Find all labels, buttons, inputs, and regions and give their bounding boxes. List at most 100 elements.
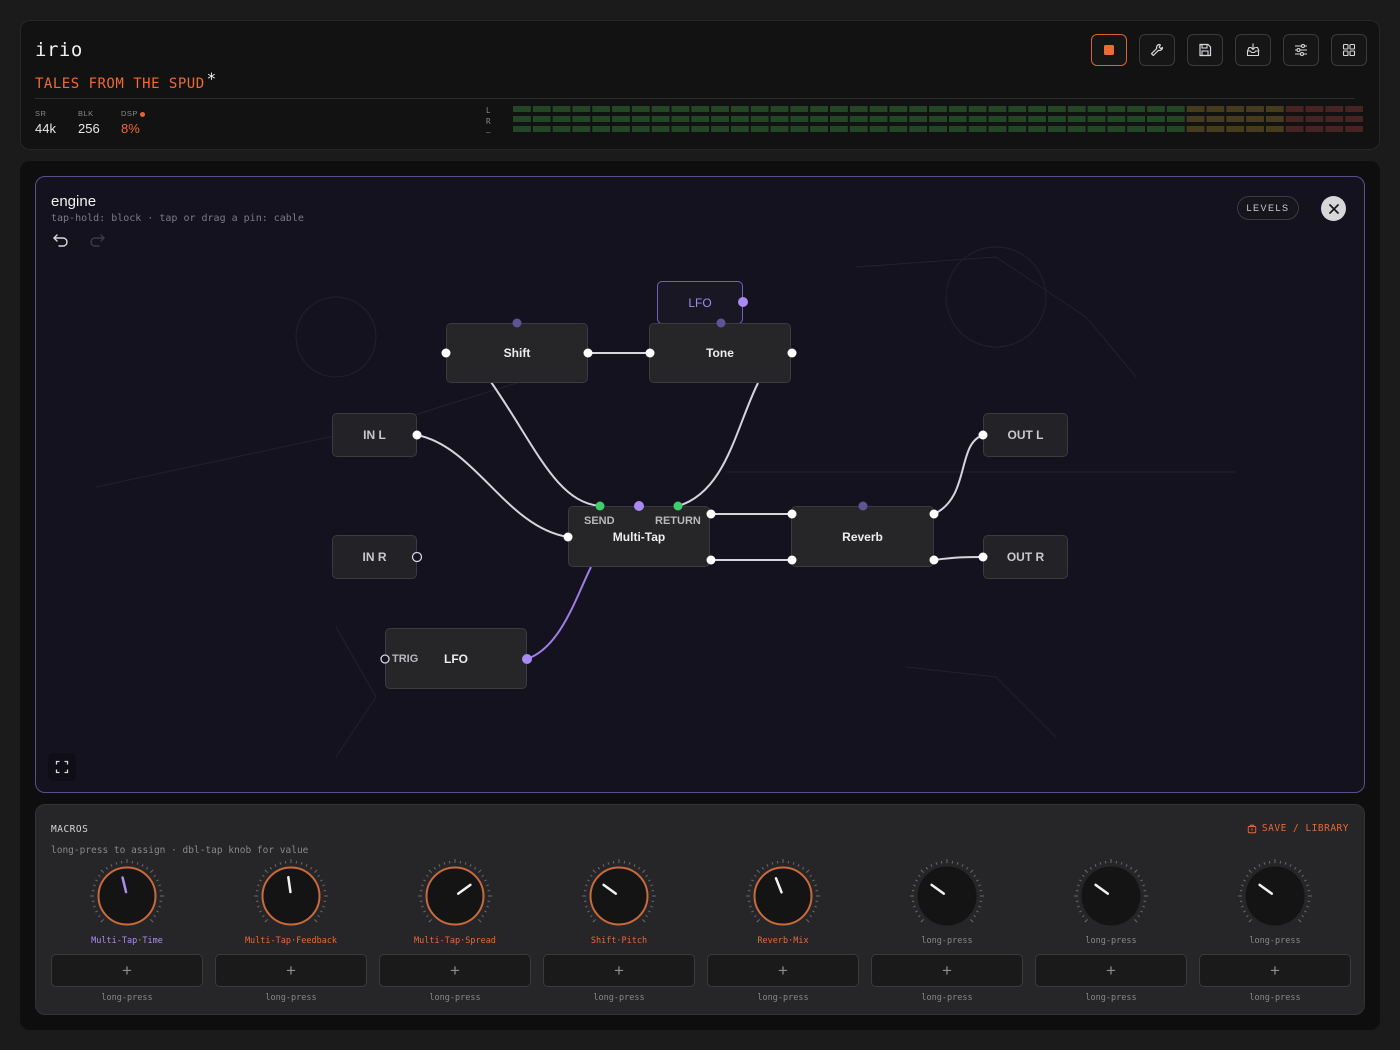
cable-shift-send[interactable] (490, 381, 601, 507)
assign-slot-button[interactable]: + (871, 954, 1023, 987)
settings-button[interactable] (1283, 34, 1319, 66)
knob-dial[interactable] (1237, 858, 1313, 934)
meter-segment (1206, 116, 1225, 122)
meter-segment (1147, 106, 1165, 112)
meter-segment (750, 106, 769, 112)
node-shift[interactable]: Shift (446, 323, 588, 383)
sliders-icon (1295, 43, 1307, 57)
assign-slot-button[interactable]: + (543, 954, 695, 987)
meter-segment (889, 106, 908, 112)
meter-segment (1265, 106, 1284, 112)
meter-segment (1265, 116, 1284, 122)
meter-segment (513, 106, 531, 112)
node-reverb[interactable]: Reverb (791, 506, 934, 567)
grid-button[interactable] (1331, 34, 1367, 66)
knob-dial[interactable] (909, 858, 985, 934)
stop-button[interactable] (1091, 34, 1127, 66)
node-in-r[interactable]: IN R (332, 535, 417, 579)
meter-segment (1186, 126, 1205, 132)
macro-knob-6: long-press + long-press (871, 858, 1023, 1008)
meter-segment (1127, 116, 1146, 122)
meter-segment (1008, 106, 1027, 112)
levels-button[interactable]: LEVELS (1237, 196, 1299, 220)
engine-graph-panel[interactable]: LFO Shift Tone IN L IN R Multi-Tap SEND … (35, 176, 1365, 793)
node-tone[interactable]: Tone (649, 323, 791, 383)
meter-segment (572, 126, 591, 132)
redo-button[interactable] (87, 230, 107, 250)
slot-label: long-press (429, 993, 481, 1003)
meter-segment (1186, 106, 1205, 112)
knob-dial[interactable] (417, 858, 493, 934)
cable-inl-multitap[interactable] (416, 434, 569, 538)
assign-slot-button[interactable]: + (215, 954, 367, 987)
knob-dial[interactable] (581, 858, 657, 934)
meter-segment (849, 106, 868, 112)
stat-value: 44k (35, 121, 56, 136)
undo-button[interactable] (51, 230, 71, 250)
import-button[interactable] (1235, 34, 1271, 66)
assign-slot-button[interactable]: + (379, 954, 531, 987)
meter-segment (1147, 126, 1165, 132)
assign-slot-button[interactable]: + (51, 954, 203, 987)
knob-label: Multi-Tap·Time (91, 936, 163, 946)
plus-icon: + (286, 960, 296, 980)
macro-knob-5: Reverb·Mix + long-press (707, 858, 859, 1008)
node-label: Multi-Tap (612, 529, 666, 544)
meter-segment (1246, 116, 1264, 122)
pin-label-return: RETURN (655, 515, 701, 527)
assign-slot-button[interactable]: + (1199, 954, 1351, 987)
cable-tone-return[interactable] (677, 382, 759, 507)
slot-label: long-press (101, 993, 153, 1003)
macro-knob-7: long-press + long-press (1035, 858, 1187, 1008)
knob-dial[interactable] (253, 858, 329, 934)
save-library-button[interactable]: SAVE / LIBRARY (1247, 823, 1349, 834)
meter-segment (612, 116, 630, 122)
meter-segment (968, 116, 987, 122)
knob-dial[interactable] (745, 858, 821, 934)
cable-lfo-multitap[interactable] (526, 566, 592, 660)
meter-segment (1285, 106, 1304, 112)
meter-segment (671, 126, 690, 132)
meter-segment (592, 106, 611, 112)
save-button[interactable] (1187, 34, 1223, 66)
slot-label: long-press (265, 993, 317, 1003)
knob-label: Shift·Pitch (590, 936, 648, 946)
meter-segment (1206, 126, 1225, 132)
stat-value: 8% (121, 121, 140, 136)
meter-segment (1147, 116, 1165, 122)
node-out-r[interactable]: OUT R (983, 535, 1068, 579)
meter-segment (968, 126, 987, 132)
cable-reverb-outl[interactable] (933, 434, 985, 515)
slot-label: long-press (1249, 993, 1301, 1003)
meter-segment (572, 106, 591, 112)
knob-dial[interactable] (1073, 858, 1149, 934)
main-panel: LFO Shift Tone IN L IN R Multi-Tap SEND … (20, 161, 1380, 1030)
tools-button[interactable] (1139, 34, 1175, 66)
assign-slot-button[interactable]: + (1035, 954, 1187, 987)
cable-reverb-outr[interactable] (933, 556, 985, 561)
assign-slot-button[interactable]: + (707, 954, 859, 987)
patch-canvas[interactable] (36, 177, 1365, 793)
knob-label: Multi-Tap·Spread (414, 936, 496, 946)
meter-segment (1028, 126, 1046, 132)
close-button[interactable] (1321, 196, 1346, 221)
plus-icon: + (614, 960, 624, 980)
knob-label: long-press (1085, 936, 1137, 946)
pin-label-trig: TRIG (392, 653, 419, 665)
knob-dial[interactable] (89, 858, 165, 934)
project-title[interactable]: TALES FROM THE SPUD * (35, 69, 217, 92)
save-icon (1199, 43, 1212, 57)
node-out-l[interactable]: OUT L (983, 413, 1068, 457)
meter-segment (1345, 106, 1363, 112)
lfo-modulation-tag[interactable]: LFO (657, 281, 743, 324)
node-in-l[interactable]: IN L (332, 413, 417, 457)
stop-icon (1104, 45, 1114, 55)
library-icon (1247, 824, 1257, 833)
meter-segment (612, 126, 630, 132)
meter-segment (651, 106, 670, 112)
app-name: irio (35, 39, 83, 61)
meter-segment (1246, 126, 1264, 132)
fullscreen-button[interactable] (48, 753, 76, 781)
meter-segment (790, 126, 809, 132)
meter-segment (1305, 106, 1324, 112)
